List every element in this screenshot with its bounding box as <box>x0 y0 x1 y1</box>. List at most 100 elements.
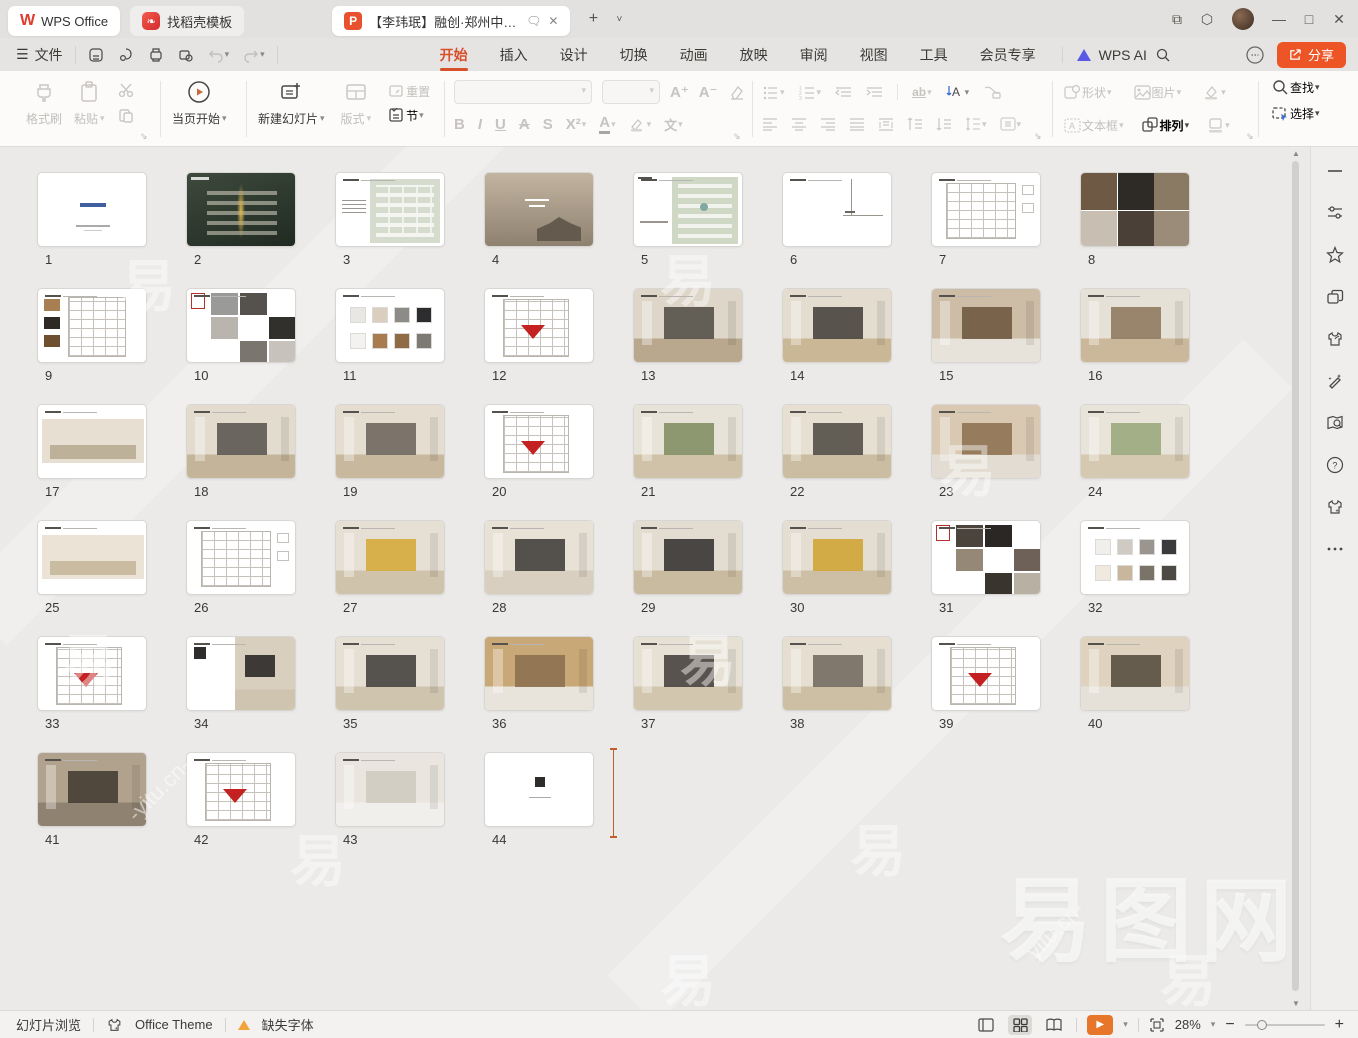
section-button[interactable]: 节▾ <box>387 106 430 124</box>
reading-view-button[interactable] <box>1042 1015 1066 1035</box>
slide-thumbnail[interactable] <box>1080 636 1190 711</box>
theme-shirt-icon[interactable] <box>1325 497 1345 517</box>
slide-1[interactable]: 1 <box>37 172 147 288</box>
slide-7[interactable]: 7 <box>931 172 1041 288</box>
menu-tab-审阅[interactable]: 审阅 <box>788 41 840 69</box>
slide-8[interactable]: 8 <box>1080 172 1190 288</box>
menu-tab-切换[interactable]: 切换 <box>608 41 660 69</box>
slide-thumbnail[interactable] <box>484 172 594 247</box>
slide-thumbnail[interactable] <box>335 404 445 479</box>
slide-32[interactable]: 32 <box>1080 520 1190 636</box>
asset-finder-icon[interactable] <box>1325 413 1345 433</box>
slide-thumbnail[interactable] <box>633 404 743 479</box>
slide-thumbnail[interactable] <box>37 288 147 363</box>
text-direction-button[interactable]: A▾ <box>946 84 970 100</box>
slide-thumbnail[interactable] <box>633 520 743 595</box>
justify-icon[interactable] <box>849 117 865 131</box>
zoom-slider[interactable] <box>1245 1024 1325 1026</box>
zoom-caret[interactable]: ▾ <box>1211 1019 1216 1030</box>
distribute-icon[interactable] <box>878 117 894 131</box>
slide-thumbnail[interactable] <box>1080 288 1190 363</box>
slide-18[interactable]: 18 <box>186 404 296 520</box>
slide-4[interactable]: 4 <box>484 172 594 288</box>
zoom-slider-handle[interactable] <box>1257 1020 1267 1030</box>
slide-38[interactable]: 38 <box>782 636 892 752</box>
line-spacing-button[interactable]: ▾ <box>965 117 987 131</box>
font-dialog-launcher[interactable]: ⇘ <box>733 131 741 142</box>
beautify-wand-icon[interactable] <box>1325 371 1345 391</box>
slide-thumbnail[interactable] <box>335 172 445 247</box>
zoom-percentage[interactable]: 28% <box>1175 1017 1201 1032</box>
new-slide-button[interactable]: 新建幻灯片▾ <box>258 79 325 127</box>
slide-thumbnail[interactable] <box>782 520 892 595</box>
character-spacing-button[interactable]: ab▾ <box>912 85 932 99</box>
menu-tab-视图[interactable]: 视图 <box>848 41 900 69</box>
slide-thumbnail[interactable] <box>186 752 296 827</box>
bold-button[interactable]: B <box>454 116 465 133</box>
vertical-align-button[interactable]: ▾ <box>1000 117 1022 131</box>
slide-thumbnail[interactable] <box>782 404 892 479</box>
font-family-select[interactable] <box>454 80 592 104</box>
slide-28[interactable]: 28 <box>484 520 594 636</box>
save-icon[interactable] <box>88 47 104 63</box>
slide-42[interactable]: 42 <box>186 752 296 868</box>
slide-19[interactable]: 19 <box>335 404 445 520</box>
slide-thumbnail[interactable] <box>484 752 594 827</box>
clear-format-icon[interactable] <box>728 83 746 101</box>
slide-thumbnail[interactable] <box>186 636 296 711</box>
paragraph-dialog-launcher[interactable]: ⇘ <box>1034 131 1042 142</box>
slide-5[interactable]: 5 <box>633 172 743 288</box>
fit-window-icon[interactable] <box>1149 1017 1165 1033</box>
slide-thumbnail[interactable] <box>335 520 445 595</box>
slide-33[interactable]: 33 <box>37 636 147 752</box>
tab-wps-office[interactable]: W WPS Office <box>8 6 120 36</box>
slide-3[interactable]: 3 <box>335 172 445 288</box>
effects-star-icon[interactable] <box>1325 245 1345 265</box>
arrange-button[interactable]: 排列▾ <box>1142 117 1190 134</box>
align-left-icon[interactable] <box>762 117 778 131</box>
superscript-button[interactable]: X²▾ <box>566 116 587 133</box>
underline-button[interactable]: U <box>495 116 506 133</box>
slide-thumbnail[interactable] <box>782 172 892 247</box>
slide-thumbnail[interactable] <box>484 636 594 711</box>
increase-indent-icon[interactable] <box>866 85 883 100</box>
tab-presentation-document[interactable]: P 【李玮珉】融创·郑州中原壹号 🗨 ✕ <box>332 6 570 36</box>
slide-thumbnail[interactable] <box>931 636 1041 711</box>
slide-thumbnail[interactable] <box>186 172 296 247</box>
slide-35[interactable]: 35 <box>335 636 445 752</box>
slide-40[interactable]: 40 <box>1080 636 1190 752</box>
slide-12[interactable]: 12 <box>484 288 594 404</box>
slide-36[interactable]: 36 <box>484 636 594 752</box>
slide-25[interactable]: 25 <box>37 520 147 636</box>
slide-37[interactable]: 37 <box>633 636 743 752</box>
print-icon[interactable] <box>148 47 164 63</box>
device-sync-icon[interactable]: ⧉ <box>1164 6 1190 32</box>
slide-thumbnail[interactable] <box>37 520 147 595</box>
slide-thumbnail[interactable] <box>484 404 594 479</box>
slide-43[interactable]: 43 <box>335 752 445 868</box>
slide-thumbnail[interactable] <box>633 172 743 247</box>
font-color-button[interactable]: A▾ <box>599 114 615 134</box>
slide-9[interactable]: 9 <box>37 288 147 404</box>
slide-22[interactable]: 22 <box>782 404 892 520</box>
fill-color-button[interactable]: ▾ <box>1203 85 1226 100</box>
reset-slide-button[interactable]: 重置 <box>387 82 430 100</box>
slide-thumbnail[interactable] <box>782 636 892 711</box>
tab-list-button[interactable]: ˅ <box>606 6 632 32</box>
slide-thumbnail[interactable] <box>37 172 147 247</box>
scroll-up-arrow[interactable]: ▲ <box>1292 149 1300 158</box>
new-tab-button[interactable]: + <box>580 6 606 32</box>
slide-thumbnail[interactable] <box>37 636 147 711</box>
select-button[interactable]: 选择▾ <box>1272 105 1320 122</box>
clipboard-dialog-launcher[interactable]: ⇘ <box>140 131 148 142</box>
menu-tab-动画[interactable]: 动画 <box>668 41 720 69</box>
align-right-icon[interactable] <box>820 117 836 131</box>
slide-34[interactable]: 34 <box>186 636 296 752</box>
tab-docer-templates[interactable]: ❧ 找稻壳模板 <box>130 6 244 36</box>
menu-tab-设计[interactable]: 设计 <box>548 41 600 69</box>
convert-to-diagram-icon[interactable] <box>983 84 1001 100</box>
play-from-current-button[interactable]: 当页开始▾ <box>172 79 227 127</box>
slide-thumbnail[interactable] <box>931 520 1041 595</box>
align-center-icon[interactable] <box>791 117 807 131</box>
slide-sorter-canvas[interactable]: 1234567891011121314151617181920212223242… <box>0 147 1310 1010</box>
